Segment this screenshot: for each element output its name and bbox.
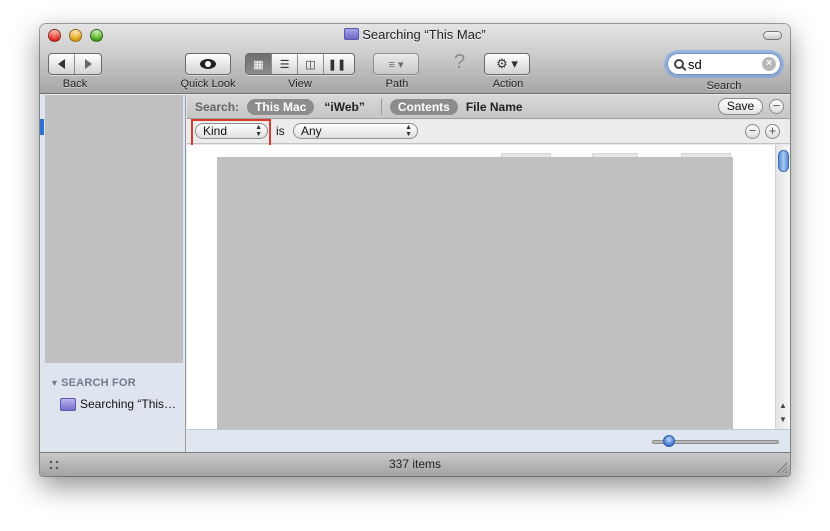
results-footer	[187, 429, 790, 452]
highlight-annotation-box	[191, 119, 271, 147]
icon-size-slider-knob[interactable]	[663, 435, 675, 447]
results-content	[217, 157, 733, 429]
columns-icon: ◫	[305, 58, 316, 71]
icon-view-button[interactable]: ▦	[246, 54, 272, 74]
window-title-wrap: Searching “This Mac”	[40, 27, 790, 42]
search-scope-bar: Search: This Mac “iWeb” Contents File Na…	[187, 95, 790, 119]
title-toolbar: Searching “This Mac” Back Quick Look ▦ ☰…	[40, 24, 790, 94]
smart-folder-icon	[60, 397, 76, 411]
search-field[interactable]: ×	[667, 53, 781, 75]
action-label: Action	[492, 78, 524, 90]
search-scope-label: Search:	[195, 99, 240, 114]
results-area[interactable]: ▲ ▼	[187, 145, 790, 429]
disclosure-triangle-icon: ▼	[50, 378, 60, 388]
finder-window: Searching “This Mac” Back Quick Look ▦ ☰…	[40, 24, 790, 476]
coverflow-icon: ❚❚	[327, 58, 347, 71]
smart-folder-icon	[344, 28, 360, 40]
sidebar-places-area	[45, 95, 183, 363]
quicklook-group: Quick Look	[180, 53, 236, 90]
clear-search-icon[interactable]: ×	[762, 57, 776, 71]
search-icon	[674, 59, 684, 69]
coverflow-view-button[interactable]: ❚❚	[324, 54, 350, 74]
view-label: View	[288, 78, 312, 90]
quicklook-button[interactable]	[186, 54, 230, 74]
search-criteria-row: Kind ▲ ▼ is Any ▲ ▼ − +	[187, 119, 790, 147]
view-group: ▦ ☰ ◫ ❚❚ View	[245, 53, 355, 90]
item-count: 337 items	[388, 457, 442, 471]
back-forward-group: Back	[48, 53, 102, 90]
scroll-down-arrow-icon[interactable]: ▼	[779, 415, 787, 424]
sidebar-resize-icon[interactable]	[48, 459, 60, 471]
column-view-button[interactable]: ◫	[298, 54, 324, 74]
status-bar: 337 items	[40, 452, 790, 476]
sidebar-item-label: Searching “This…	[80, 397, 177, 411]
search-input[interactable]	[688, 56, 760, 72]
path-group: ≡ ▾ Path	[373, 53, 421, 90]
window-title: Searching “This Mac”	[362, 27, 486, 42]
path-icon: ≡ ▾	[388, 58, 404, 71]
resize-grip-icon[interactable]	[776, 462, 787, 473]
add-criterion-button[interactable]: +	[765, 124, 780, 139]
sidebar-selection-marker	[40, 119, 44, 135]
attribute-file-name[interactable]: File Name	[458, 99, 531, 115]
toolbar-toggle-button[interactable]	[763, 31, 782, 40]
criteria-operator: is	[276, 124, 285, 138]
back-button[interactable]	[49, 54, 75, 74]
criteria-value-text: Any	[301, 124, 322, 138]
back-arrow-icon	[58, 59, 65, 69]
scroll-thumb[interactable]	[778, 150, 789, 172]
path-button[interactable]: ≡ ▾	[374, 54, 418, 74]
sidebar-section-search-for[interactable]: ▼ SEARCH FOR	[50, 377, 136, 389]
scope-iweb[interactable]: “iWeb”	[316, 99, 372, 115]
criteria-value-popup[interactable]: Any ▲ ▼	[293, 123, 418, 139]
eye-icon	[200, 59, 216, 69]
save-search-button[interactable]: Save	[718, 98, 763, 115]
scope-divider	[380, 98, 382, 115]
list-icon: ☰	[279, 58, 290, 71]
attribute-contents[interactable]: Contents	[389, 98, 458, 115]
forward-arrow-icon	[84, 59, 92, 69]
back-label: Back	[62, 78, 88, 90]
action-group: ⚙ ▾ Action	[484, 53, 532, 90]
vertical-scrollbar[interactable]: ▲ ▼	[775, 145, 790, 429]
icon-grid-icon: ▦	[253, 58, 264, 71]
sidebar: ▼ SEARCH FOR Searching “This…	[40, 95, 186, 452]
sidebar-section-label: SEARCH FOR	[61, 377, 136, 389]
gear-icon: ⚙ ▾	[496, 56, 518, 71]
remove-scope-button[interactable]: −	[769, 99, 784, 114]
list-view-button[interactable]: ☰	[272, 54, 298, 74]
sidebar-item-searching-this-mac[interactable]: Searching “This…	[60, 397, 176, 411]
scope-this-mac[interactable]: This Mac	[247, 98, 315, 115]
scroll-up-arrow-icon[interactable]: ▲	[779, 401, 787, 410]
remove-criterion-button[interactable]: −	[745, 124, 760, 139]
popup-arrows-icon: ▲ ▼	[405, 124, 412, 138]
forward-button[interactable]	[75, 54, 101, 74]
path-label: Path	[385, 78, 409, 90]
search-label: Search	[706, 80, 742, 92]
action-button[interactable]: ⚙ ▾	[485, 54, 529, 74]
help-icon: ?	[454, 51, 466, 73]
quicklook-label: Quick Look	[180, 78, 236, 90]
